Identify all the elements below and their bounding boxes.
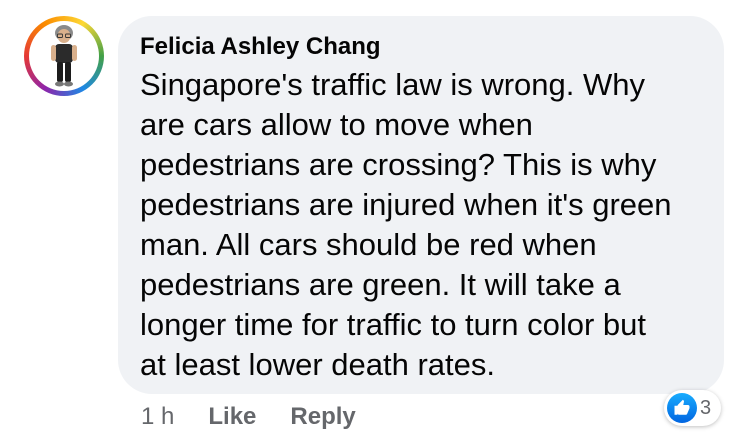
reaction-summary[interactable]: 3 — [664, 390, 722, 426]
bitmoji-person-icon — [51, 25, 77, 87]
avatar-image — [29, 21, 99, 91]
comment-bubble: Felicia Ashley Chang Singapore's traffic… — [118, 16, 724, 394]
comment-text: Singapore's traffic law is wrong. Why ar… — [140, 67, 672, 382]
like-button[interactable]: Like — [208, 403, 256, 431]
comment-timestamp[interactable]: 1 h — [141, 403, 174, 431]
comment-author[interactable]: Felicia Ashley Chang — [140, 33, 702, 61]
avatar[interactable] — [24, 16, 104, 96]
like-thumbs-up-icon — [667, 393, 697, 423]
reply-button[interactable]: Reply — [290, 403, 355, 431]
reaction-count: 3 — [700, 396, 712, 419]
comment-actions: 1 h Like Reply — [141, 401, 390, 433]
